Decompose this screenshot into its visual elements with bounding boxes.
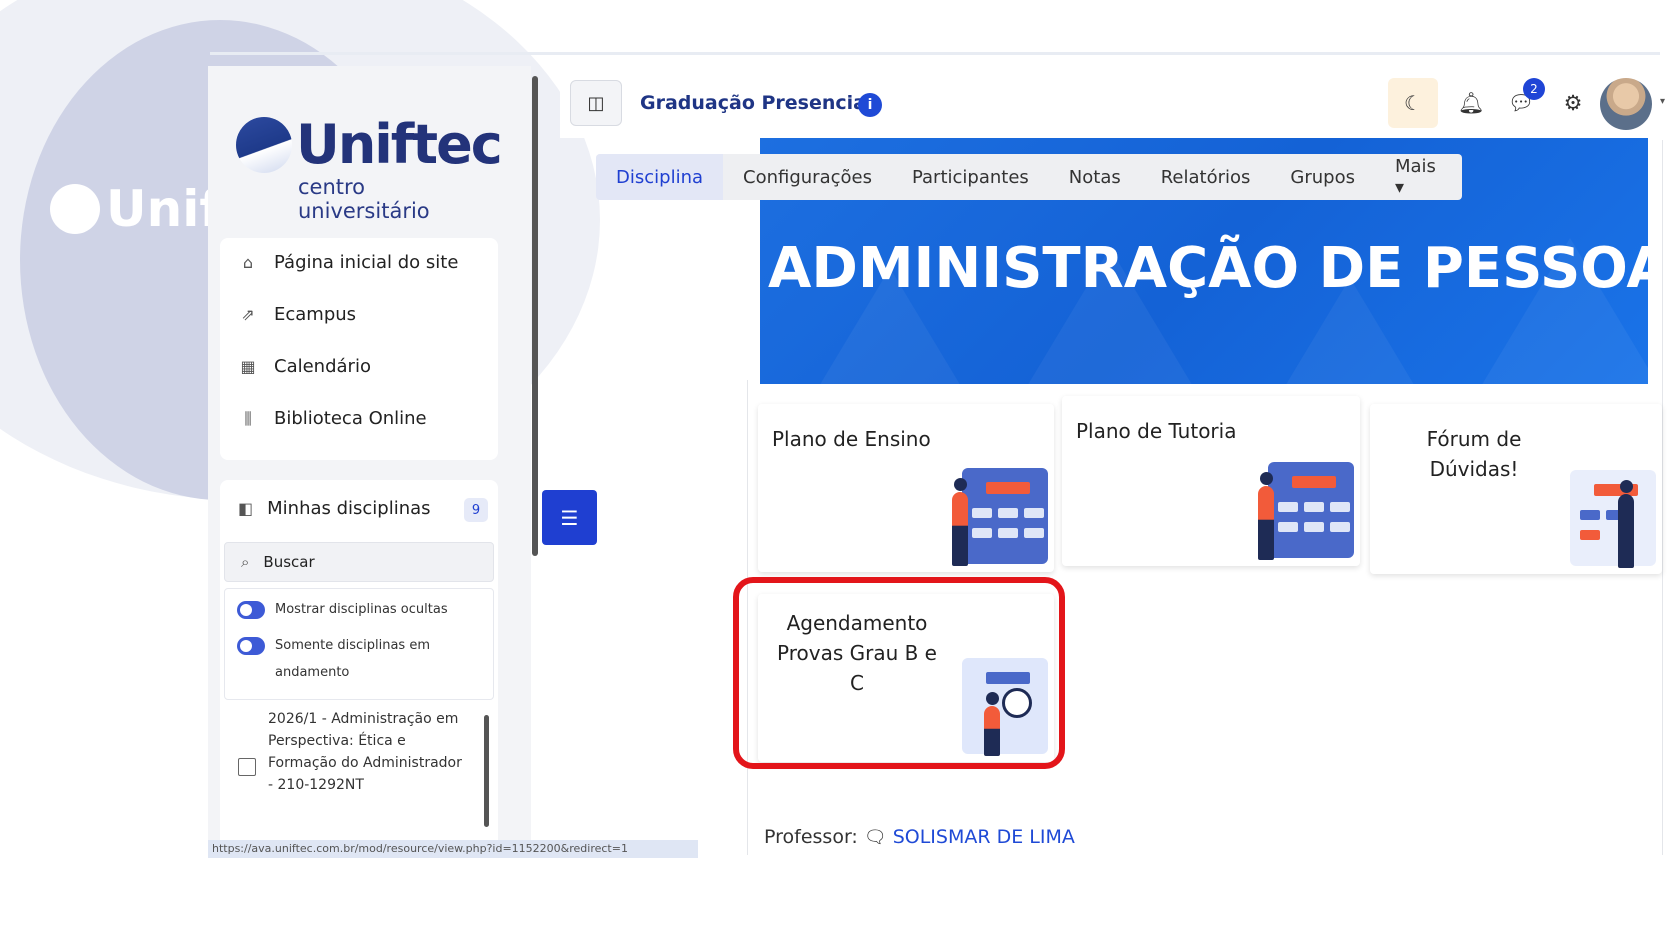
sidebar-nav: ⌂ Página inicial do site ⇗ Ecampus ▦ Cal… xyxy=(220,238,498,460)
tile-plano-ensino[interactable]: Plano de Ensino xyxy=(758,404,1054,572)
dark-mode-button[interactable]: ☾ xyxy=(1388,78,1438,128)
illustration-cell xyxy=(972,508,992,518)
home-icon: ⌂ xyxy=(242,253,254,272)
sidebar-item-ecampus[interactable]: ⇗ Ecampus xyxy=(238,304,356,325)
search-icon: ⌕ xyxy=(241,553,250,571)
illustration-panel xyxy=(962,468,1048,564)
globe-icon xyxy=(236,117,292,173)
illustration-cell xyxy=(1024,528,1044,538)
illustration-cell xyxy=(998,528,1018,538)
illustration-cell xyxy=(1330,522,1350,532)
filter-label: Mostrar disciplinas ocultas xyxy=(275,602,448,617)
tile-label: Fórum de Dúvidas! xyxy=(1426,427,1522,481)
content-divider xyxy=(1662,140,1663,855)
sidebar-item-library[interactable]: ⫼ Biblioteca Online xyxy=(238,408,426,429)
illustration-person-head xyxy=(954,478,967,491)
illustration-person xyxy=(952,492,968,566)
courses-icon: ◧ xyxy=(238,499,254,518)
tab-relatorios[interactable]: Relatórios xyxy=(1141,154,1271,200)
bell-icon: 🔔︎ xyxy=(1457,90,1485,115)
illustration-cell xyxy=(1580,530,1600,540)
chevron-down-icon[interactable]: ▾ xyxy=(1660,96,1665,107)
illustration-cell xyxy=(1304,502,1324,512)
notifications-button[interactable]: 🔔︎ xyxy=(1457,90,1485,116)
professor-link[interactable]: SOLISMAR DE LIMA xyxy=(893,826,1075,848)
my-courses-header[interactable]: ◧ Minhas disciplinas xyxy=(238,498,431,519)
my-courses-panel: ◧ Minhas disciplinas 9 ⌕ Buscar Mostrar … xyxy=(220,480,498,850)
course-index-button[interactable]: ☰ xyxy=(542,490,597,545)
tab-grupos[interactable]: Grupos xyxy=(1270,154,1375,200)
gear-icon: ⚙ xyxy=(1563,91,1583,115)
tutoring-illustration-icon xyxy=(1258,442,1358,562)
course-title: 2026/1 - Administração em Perspectiva: É… xyxy=(268,711,462,793)
logo-subtitle: centro universitário xyxy=(298,175,430,223)
illustration-cell xyxy=(1278,502,1298,512)
courses-count-badge: 9 xyxy=(464,498,488,522)
calendar-icon: ▦ xyxy=(240,357,256,376)
messages-count-badge: 2 xyxy=(1523,78,1545,100)
planning-illustration-icon xyxy=(952,448,1052,568)
illustration-cell xyxy=(1024,508,1044,518)
library-icon: ⫼ xyxy=(244,408,252,428)
illustration-bar xyxy=(986,482,1030,494)
illustration-person xyxy=(1618,494,1634,568)
sidebar-item-home[interactable]: ⌂ Página inicial do site xyxy=(238,252,458,273)
window-top-border xyxy=(210,52,1660,55)
course-filters: Mostrar disciplinas ocultas Somente disc… xyxy=(224,588,494,700)
illustration-cell xyxy=(972,528,992,538)
toggle-show-hidden[interactable] xyxy=(237,601,265,619)
status-url: https://ava.uniftec.com.br/mod/resource/… xyxy=(208,840,698,858)
info-icon[interactable]: i xyxy=(858,93,882,117)
tile-plano-tutoria[interactable]: Plano de Tutoria xyxy=(1062,396,1360,566)
sidebar-item-calendar[interactable]: ▦ Calendário xyxy=(238,356,371,377)
tile-label: Plano de Tutoria xyxy=(1076,419,1237,443)
illustration-cell xyxy=(1278,522,1298,532)
illustration-person xyxy=(1258,486,1274,560)
highlight-box xyxy=(733,577,1065,769)
illustration-cell xyxy=(1304,522,1324,532)
course-icon xyxy=(238,758,256,776)
illustration-panel xyxy=(1570,470,1656,566)
sidebar-scrollbar[interactable] xyxy=(532,76,538,556)
banner-title: ADMINISTRAÇÃO DE PESSOAL xyxy=(768,236,1680,301)
illustration-cell xyxy=(998,508,1018,518)
course-search-input[interactable]: ⌕ Buscar xyxy=(224,542,494,582)
tile-forum-duvidas[interactable]: Fórum de Dúvidas! xyxy=(1370,404,1662,574)
illustration-cell xyxy=(1580,510,1600,520)
external-link-icon: ⇗ xyxy=(241,305,255,324)
illustration-panel xyxy=(1268,462,1354,558)
tab-disciplina[interactable]: Disciplina xyxy=(596,154,724,200)
settings-button[interactable]: ⚙ xyxy=(1560,90,1586,116)
sidebar-toggle-icon: ◫ xyxy=(587,92,605,114)
logo-name: Uniftec xyxy=(296,113,503,176)
tab-configuracoes[interactable]: Configurações xyxy=(723,154,892,200)
globe-icon xyxy=(50,184,100,234)
course-tabs: Disciplina Configurações Participantes N… xyxy=(596,154,1462,200)
tab-notas[interactable]: Notas xyxy=(1049,154,1141,200)
chat-icon: 🗨︎ xyxy=(863,826,887,848)
moon-icon: ☾ xyxy=(1404,91,1422,115)
sidebar-toggle-button[interactable]: ◫ xyxy=(570,80,622,126)
forum-illustration-icon xyxy=(1560,450,1660,570)
illustration-person-head xyxy=(1620,480,1633,493)
list-icon: ☰ xyxy=(560,505,579,530)
professor-line: Professor: 🗨︎ SOLISMAR DE LIMA xyxy=(764,826,1075,848)
user-avatar[interactable] xyxy=(1600,78,1652,130)
illustration-bar xyxy=(1292,476,1336,488)
tab-participantes[interactable]: Participantes xyxy=(892,154,1049,200)
course-item[interactable]: 2026/1 - Administração em Perspectiva: É… xyxy=(224,708,474,838)
page-title[interactable]: Graduação Presencial xyxy=(640,92,873,114)
illustration-cell xyxy=(1330,502,1350,512)
tab-mais[interactable]: Mais ▾ xyxy=(1375,154,1462,200)
filter-label: Somente disciplinas em andamento xyxy=(275,638,430,680)
courses-scrollbar[interactable] xyxy=(484,715,489,827)
toggle-in-progress[interactable] xyxy=(237,637,265,655)
site-logo[interactable]: Uniftec centro universitário xyxy=(236,113,503,223)
tile-label: Plano de Ensino xyxy=(772,427,931,451)
illustration-person-head xyxy=(1260,472,1273,485)
